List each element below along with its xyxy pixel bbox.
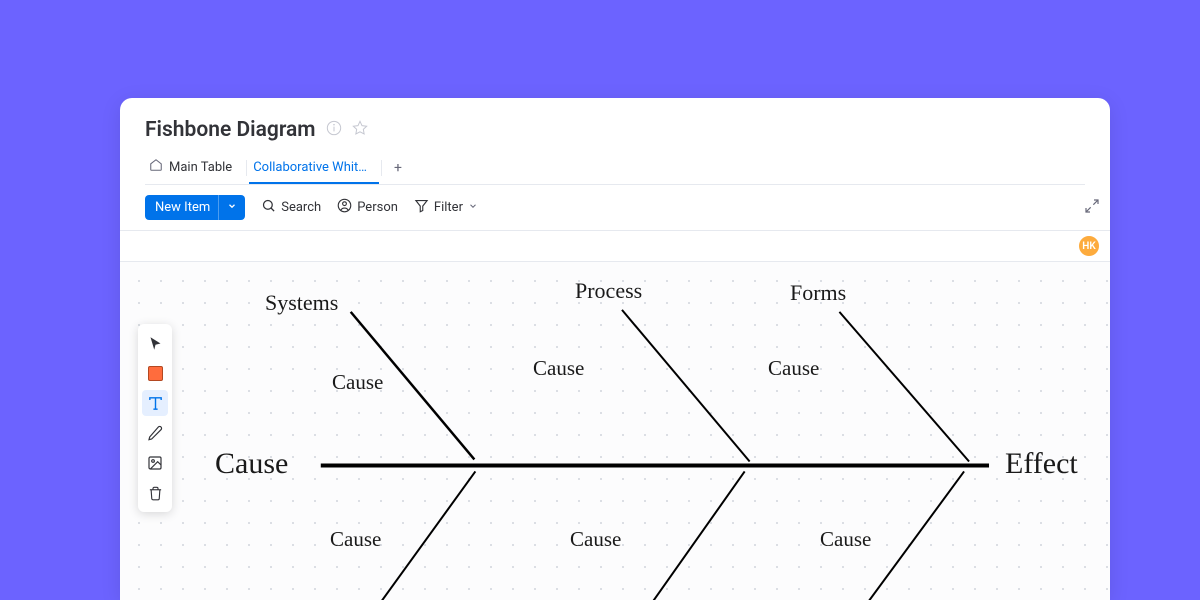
canvas-area[interactable]: Cause Effect Systems Process Forms Cause… [120, 261, 1110, 600]
pen-tool[interactable] [142, 420, 168, 446]
cause-label[interactable]: Cause [533, 356, 584, 381]
search-button[interactable]: Search [261, 198, 321, 217]
add-tab-button[interactable]: + [384, 156, 412, 180]
toolbar: New Item Search Person Filter [120, 185, 1110, 230]
tabs: Main Table Collaborative Whit… + [145, 152, 1085, 185]
person-icon [337, 198, 352, 217]
category-label[interactable]: Process [575, 278, 642, 304]
tab-main-table[interactable]: Main Table [145, 152, 244, 184]
diagram-head-label[interactable]: Cause [215, 447, 288, 481]
cause-label[interactable]: Cause [570, 527, 621, 552]
tab-collaborative-whiteboard[interactable]: Collaborative Whit… [249, 154, 379, 183]
expand-icon[interactable] [1084, 198, 1100, 218]
new-item-button[interactable]: New Item [145, 195, 245, 220]
filter-icon [414, 198, 429, 217]
title-row: Fishbone Diagram [145, 118, 1085, 142]
star-icon[interactable] [352, 120, 368, 140]
square-icon [148, 366, 163, 381]
info-icon[interactable] [326, 120, 342, 140]
search-icon [261, 198, 276, 217]
tab-label: Main Table [169, 160, 232, 175]
text-tool[interactable] [142, 390, 168, 416]
diagram-tail-label[interactable]: Effect [1005, 447, 1078, 481]
pointer-tool[interactable] [142, 330, 168, 356]
cause-label[interactable]: Cause [330, 527, 381, 552]
search-label: Search [281, 200, 321, 215]
person-button[interactable]: Person [337, 198, 398, 217]
filter-button[interactable]: Filter [414, 198, 478, 217]
category-label[interactable]: Systems [265, 290, 338, 316]
drawing-toolbar [138, 324, 172, 512]
page-title: Fishbone Diagram [145, 118, 316, 142]
cause-label[interactable]: Cause [332, 370, 383, 395]
filter-label: Filter [434, 200, 463, 215]
avatar[interactable]: HK [1078, 235, 1100, 257]
app-window: Fishbone Diagram Main Table Collaborativ… [120, 98, 1110, 600]
avatar-row: HK [120, 231, 1110, 261]
header: Fishbone Diagram Main Table Collaborativ… [120, 98, 1110, 185]
delete-tool[interactable] [142, 480, 168, 506]
tab-divider [381, 160, 382, 176]
chevron-down-icon [468, 200, 478, 215]
tab-label: Collaborative Whit… [253, 160, 367, 175]
shape-tool[interactable] [142, 360, 168, 386]
tab-divider [246, 160, 247, 176]
new-item-label: New Item [145, 195, 218, 220]
fishbone-diagram: Cause Effect Systems Process Forms Cause… [120, 262, 1110, 600]
person-label: Person [357, 200, 398, 215]
home-icon [149, 158, 163, 176]
cause-label[interactable]: Cause [768, 356, 819, 381]
category-label[interactable]: Forms [790, 280, 846, 306]
cause-label[interactable]: Cause [820, 527, 871, 552]
image-tool[interactable] [142, 450, 168, 476]
chevron-down-icon[interactable] [218, 195, 245, 220]
